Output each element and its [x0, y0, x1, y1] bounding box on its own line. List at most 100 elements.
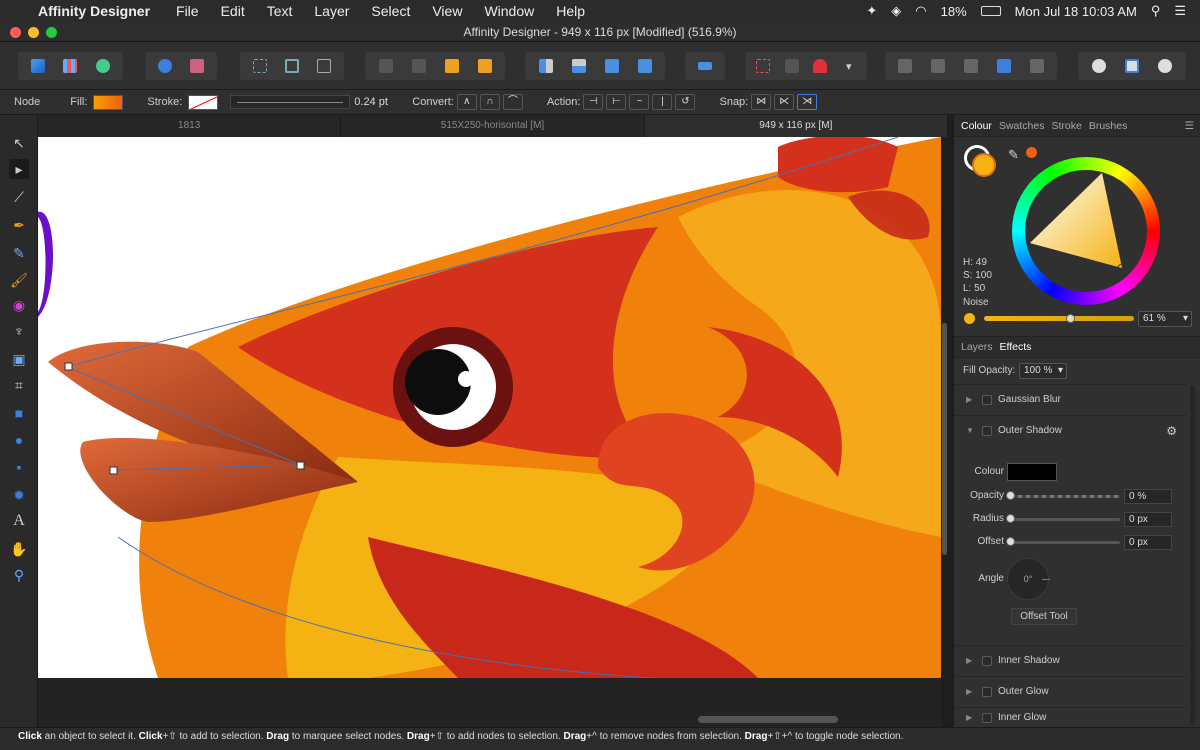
doc-tab-1813[interactable]: 1813 — [38, 115, 342, 137]
designer-persona-icon[interactable] — [27, 55, 49, 77]
export-persona-icon[interactable] — [92, 55, 114, 77]
menu-app[interactable]: Affinity Designer — [38, 3, 150, 19]
menu-view[interactable]: View — [432, 3, 462, 19]
shadow-radius-slider[interactable] — [1010, 518, 1120, 521]
horizontal-scrollbar[interactable] — [698, 716, 838, 723]
smooth-curve-icon[interactable]: ~ — [629, 94, 650, 110]
divide-icon[interactable] — [1026, 55, 1048, 77]
cog-tool-icon[interactable]: ✹ — [9, 485, 29, 505]
shadow-opacity-knob[interactable] — [1006, 491, 1015, 500]
pencil-tool-icon[interactable]: ✎ — [9, 243, 29, 263]
outer-shadow-checkbox[interactable] — [982, 425, 992, 436]
tab-layers[interactable]: Layers — [961, 341, 993, 353]
break-curve-icon[interactable]: ⊣ — [583, 94, 604, 110]
add-icon[interactable] — [894, 55, 916, 77]
menu-help[interactable]: Help — [556, 3, 585, 19]
tab-stroke[interactable]: Stroke — [1051, 120, 1081, 132]
effects-scrollbar[interactable] — [1190, 385, 1195, 725]
transform-icon[interactable] — [313, 55, 335, 77]
fill-opacity-dropdown[interactable]: 100 % ▾ — [1019, 363, 1067, 379]
back-icon[interactable] — [375, 55, 397, 77]
node-tool-icon[interactable]: ▸ — [9, 159, 29, 179]
search-icon[interactable]: ⚲ — [1151, 3, 1161, 19]
effect-outer-shadow[interactable]: ▼ Outer Shadow ⚙ — [954, 415, 1187, 445]
grid-icon[interactable] — [249, 55, 271, 77]
rotate-left-icon[interactable] — [601, 55, 623, 77]
tab-effects[interactable]: Effects — [1000, 341, 1032, 353]
shadow-radius-knob[interactable] — [1006, 514, 1015, 523]
chevron-down-icon[interactable]: ▾ — [838, 55, 860, 77]
sharp-icon[interactable]: ∧ — [456, 94, 477, 110]
backward-icon[interactable] — [408, 55, 430, 77]
inner-glow-checkbox[interactable] — [982, 712, 992, 723]
shadow-opacity-value[interactable]: 0 % — [1124, 489, 1172, 504]
menu-select[interactable]: Select — [371, 3, 410, 19]
shadow-offset-value[interactable]: 0 px — [1124, 535, 1172, 550]
smart-icon[interactable]: ⌒ — [502, 94, 523, 110]
doc-tab-active[interactable]: 949 x 116 px [M] — [644, 115, 948, 137]
fill-stroke-selector[interactable] — [964, 145, 998, 179]
snap-curve-icon[interactable]: ⋊ — [797, 94, 818, 110]
zoom-tool-icon[interactable]: ⚲ — [9, 565, 29, 585]
brush-tool-icon[interactable]: 🖌 — [9, 270, 29, 290]
canvas-pasteboard[interactable] — [38, 678, 948, 727]
crop-tool-icon[interactable]: ⌗ — [9, 375, 29, 395]
rounded-rect-tool-icon[interactable]: ▪ — [9, 457, 29, 477]
offset-tool-button[interactable]: Offset Tool — [1011, 608, 1077, 625]
menu-layer[interactable]: Layer — [314, 3, 349, 19]
smooth-icon[interactable]: ∩ — [479, 94, 500, 110]
fill-swatch[interactable] — [93, 94, 124, 110]
panel-menu-icon[interactable]: ☰ — [1185, 120, 1194, 132]
insert-behind-icon[interactable] — [1088, 55, 1110, 77]
effect-inner-glow[interactable]: ▶ Inner Glow — [954, 707, 1187, 727]
reverse-curve-icon[interactable]: ↺ — [675, 94, 696, 110]
noise-value[interactable]: 61 % ▾ — [1138, 311, 1192, 327]
flip-h-icon[interactable] — [535, 55, 557, 77]
insert-inside-icon[interactable] — [1121, 55, 1143, 77]
snap-toggle-icon[interactable] — [781, 55, 803, 77]
pen-tool-icon[interactable]: ✒ — [9, 215, 29, 235]
stroke-width-value[interactable]: 0.24 pt — [354, 96, 404, 108]
tab-colour[interactable]: Colour — [961, 120, 992, 132]
design-canvas[interactable] — [38, 137, 941, 678]
zoom-window-button[interactable] — [46, 27, 57, 38]
tab-brushes[interactable]: Brushes — [1089, 120, 1128, 132]
shadow-opacity-slider[interactable] — [1010, 495, 1120, 498]
close-window-button[interactable] — [10, 27, 21, 38]
shadow-radius-value[interactable]: 0 px — [1124, 512, 1172, 527]
outer-glow-checkbox[interactable] — [982, 686, 992, 697]
move-tool-icon[interactable]: ↖ — [9, 133, 29, 153]
noise-slider[interactable] — [984, 316, 1134, 321]
eyedropper-icon[interactable]: ✎ — [1008, 147, 1019, 163]
snap-handles-icon[interactable]: ⋉ — [774, 94, 795, 110]
sync-icon[interactable] — [154, 55, 176, 77]
notification-center-icon[interactable]: ☰ — [1174, 3, 1186, 19]
menu-file[interactable]: File — [176, 3, 199, 19]
frame-icon[interactable] — [281, 55, 303, 77]
front-icon[interactable] — [474, 55, 496, 77]
gear-icon[interactable]: ⚙ — [1166, 424, 1177, 438]
inner-shadow-checkbox[interactable] — [982, 655, 992, 666]
wifi-icon[interactable]: ◠ — [915, 3, 926, 19]
point-transform-tool-icon[interactable]: ⟋ — [9, 187, 29, 207]
xor-icon[interactable] — [993, 55, 1015, 77]
fill-tool-icon[interactable]: ◉ — [9, 295, 29, 315]
clock[interactable]: Mon Jul 18 10:03 AM — [1015, 4, 1137, 19]
place-image-tool-icon[interactable]: ▣ — [9, 349, 29, 369]
hand-tool-icon[interactable]: ✋ — [9, 539, 29, 559]
effect-gaussian-blur[interactable]: ▶ Gaussian Blur — [954, 384, 1187, 414]
menu-edit[interactable]: Edit — [221, 3, 245, 19]
recent-colour-swatch[interactable] — [1026, 147, 1037, 158]
gaussian-blur-checkbox[interactable] — [982, 394, 992, 405]
shadow-offset-slider[interactable] — [1010, 541, 1120, 544]
assistant-icon[interactable] — [186, 55, 208, 77]
vertical-scrollbar[interactable] — [942, 323, 947, 555]
effect-inner-shadow[interactable]: ▶ Inner Shadow — [954, 645, 1187, 675]
shadow-offset-knob[interactable] — [1006, 537, 1015, 546]
flip-v-icon[interactable] — [568, 55, 590, 77]
rotate-right-icon[interactable] — [634, 55, 656, 77]
minimize-window-button[interactable] — [28, 27, 39, 38]
forward-icon[interactable] — [441, 55, 463, 77]
effect-outer-glow[interactable]: ▶ Outer Glow — [954, 676, 1187, 706]
magnet-icon[interactable] — [809, 55, 831, 77]
